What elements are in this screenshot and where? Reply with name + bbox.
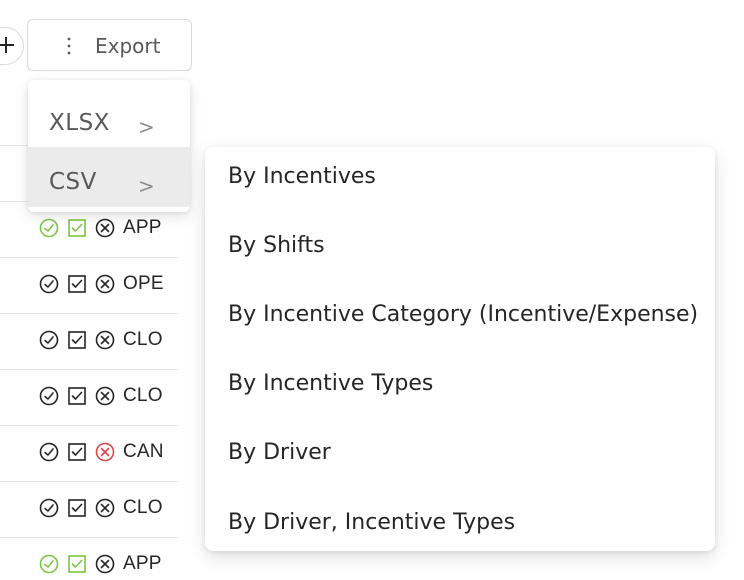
table-row: CLO [38,496,163,520]
table-row: CLO [38,328,163,352]
export-button[interactable]: Export [27,19,192,71]
approve-circle-icon[interactable] [38,553,60,575]
status-text: APP [123,553,162,574]
status-text: CAN [123,441,164,462]
status-text: CLO [123,497,163,518]
table-row: APP [38,552,162,576]
cancel-circle-icon[interactable] [94,217,116,239]
row-divider [0,481,178,482]
checkbox-icon[interactable] [66,329,88,351]
add-button[interactable] [0,27,24,65]
cancel-circle-icon[interactable] [94,329,116,351]
approve-circle-icon[interactable] [38,385,60,407]
menu-item-csv[interactable]: CSV > [28,147,190,207]
page: Export APP OPE CLO CLO CAN CLO APP XLSX > CSV … [0,0,744,580]
approve-circle-icon[interactable] [38,217,60,239]
checkbox-icon[interactable] [66,273,88,295]
table-row: OPE [38,272,164,296]
checkbox-icon[interactable] [66,441,88,463]
status-text: OPE [123,273,164,294]
approve-circle-icon[interactable] [38,329,60,351]
menu-item-xlsx[interactable]: XLSX > [28,88,190,148]
row-divider [0,313,178,314]
approve-circle-icon[interactable] [38,497,60,519]
plus-icon [0,37,14,53]
csv-submenu: By Incentives By Shifts By Incentive Cat… [205,147,715,551]
status-text: CLO [123,329,163,350]
export-format-menu: XLSX > CSV > [28,80,190,212]
checkbox-icon[interactable] [66,553,88,575]
menu-item-label: XLSX [49,110,110,136]
table-row: CAN [38,440,164,464]
cancel-circle-icon[interactable] [94,385,116,407]
table-row: CLO [38,384,163,408]
row-divider [0,257,178,258]
export-label: Export [95,34,161,58]
submenu-item-by-driver-incentive-types[interactable]: By Driver, Incentive Types [228,510,515,535]
cancel-circle-icon[interactable] [94,273,116,295]
checkbox-icon[interactable] [66,385,88,407]
submenu-item-by-shifts[interactable]: By Shifts [228,233,325,258]
submenu-item-by-incentive-types[interactable]: By Incentive Types [228,371,433,396]
checkbox-icon[interactable] [66,217,88,239]
table-row: APP [38,216,162,240]
approve-circle-icon[interactable] [38,441,60,463]
chevron-right-icon: > [138,174,155,198]
menu-item-label: CSV [49,169,97,195]
row-divider [0,537,178,538]
submenu-item-by-incentive-category[interactable]: By Incentive Category (Incentive/Expense… [228,302,698,327]
status-text: CLO [123,385,163,406]
cancel-circle-icon[interactable] [94,553,116,575]
cancel-circle-icon[interactable] [94,441,116,463]
checkbox-icon[interactable] [66,497,88,519]
row-divider [0,369,178,370]
status-text: APP [123,217,162,238]
vertical-dots-icon [67,37,71,55]
cancel-circle-icon[interactable] [94,497,116,519]
chevron-right-icon: > [138,115,155,139]
submenu-item-by-driver[interactable]: By Driver [228,440,331,465]
submenu-item-by-incentives[interactable]: By Incentives [228,164,376,189]
approve-circle-icon[interactable] [38,273,60,295]
row-divider [0,425,178,426]
